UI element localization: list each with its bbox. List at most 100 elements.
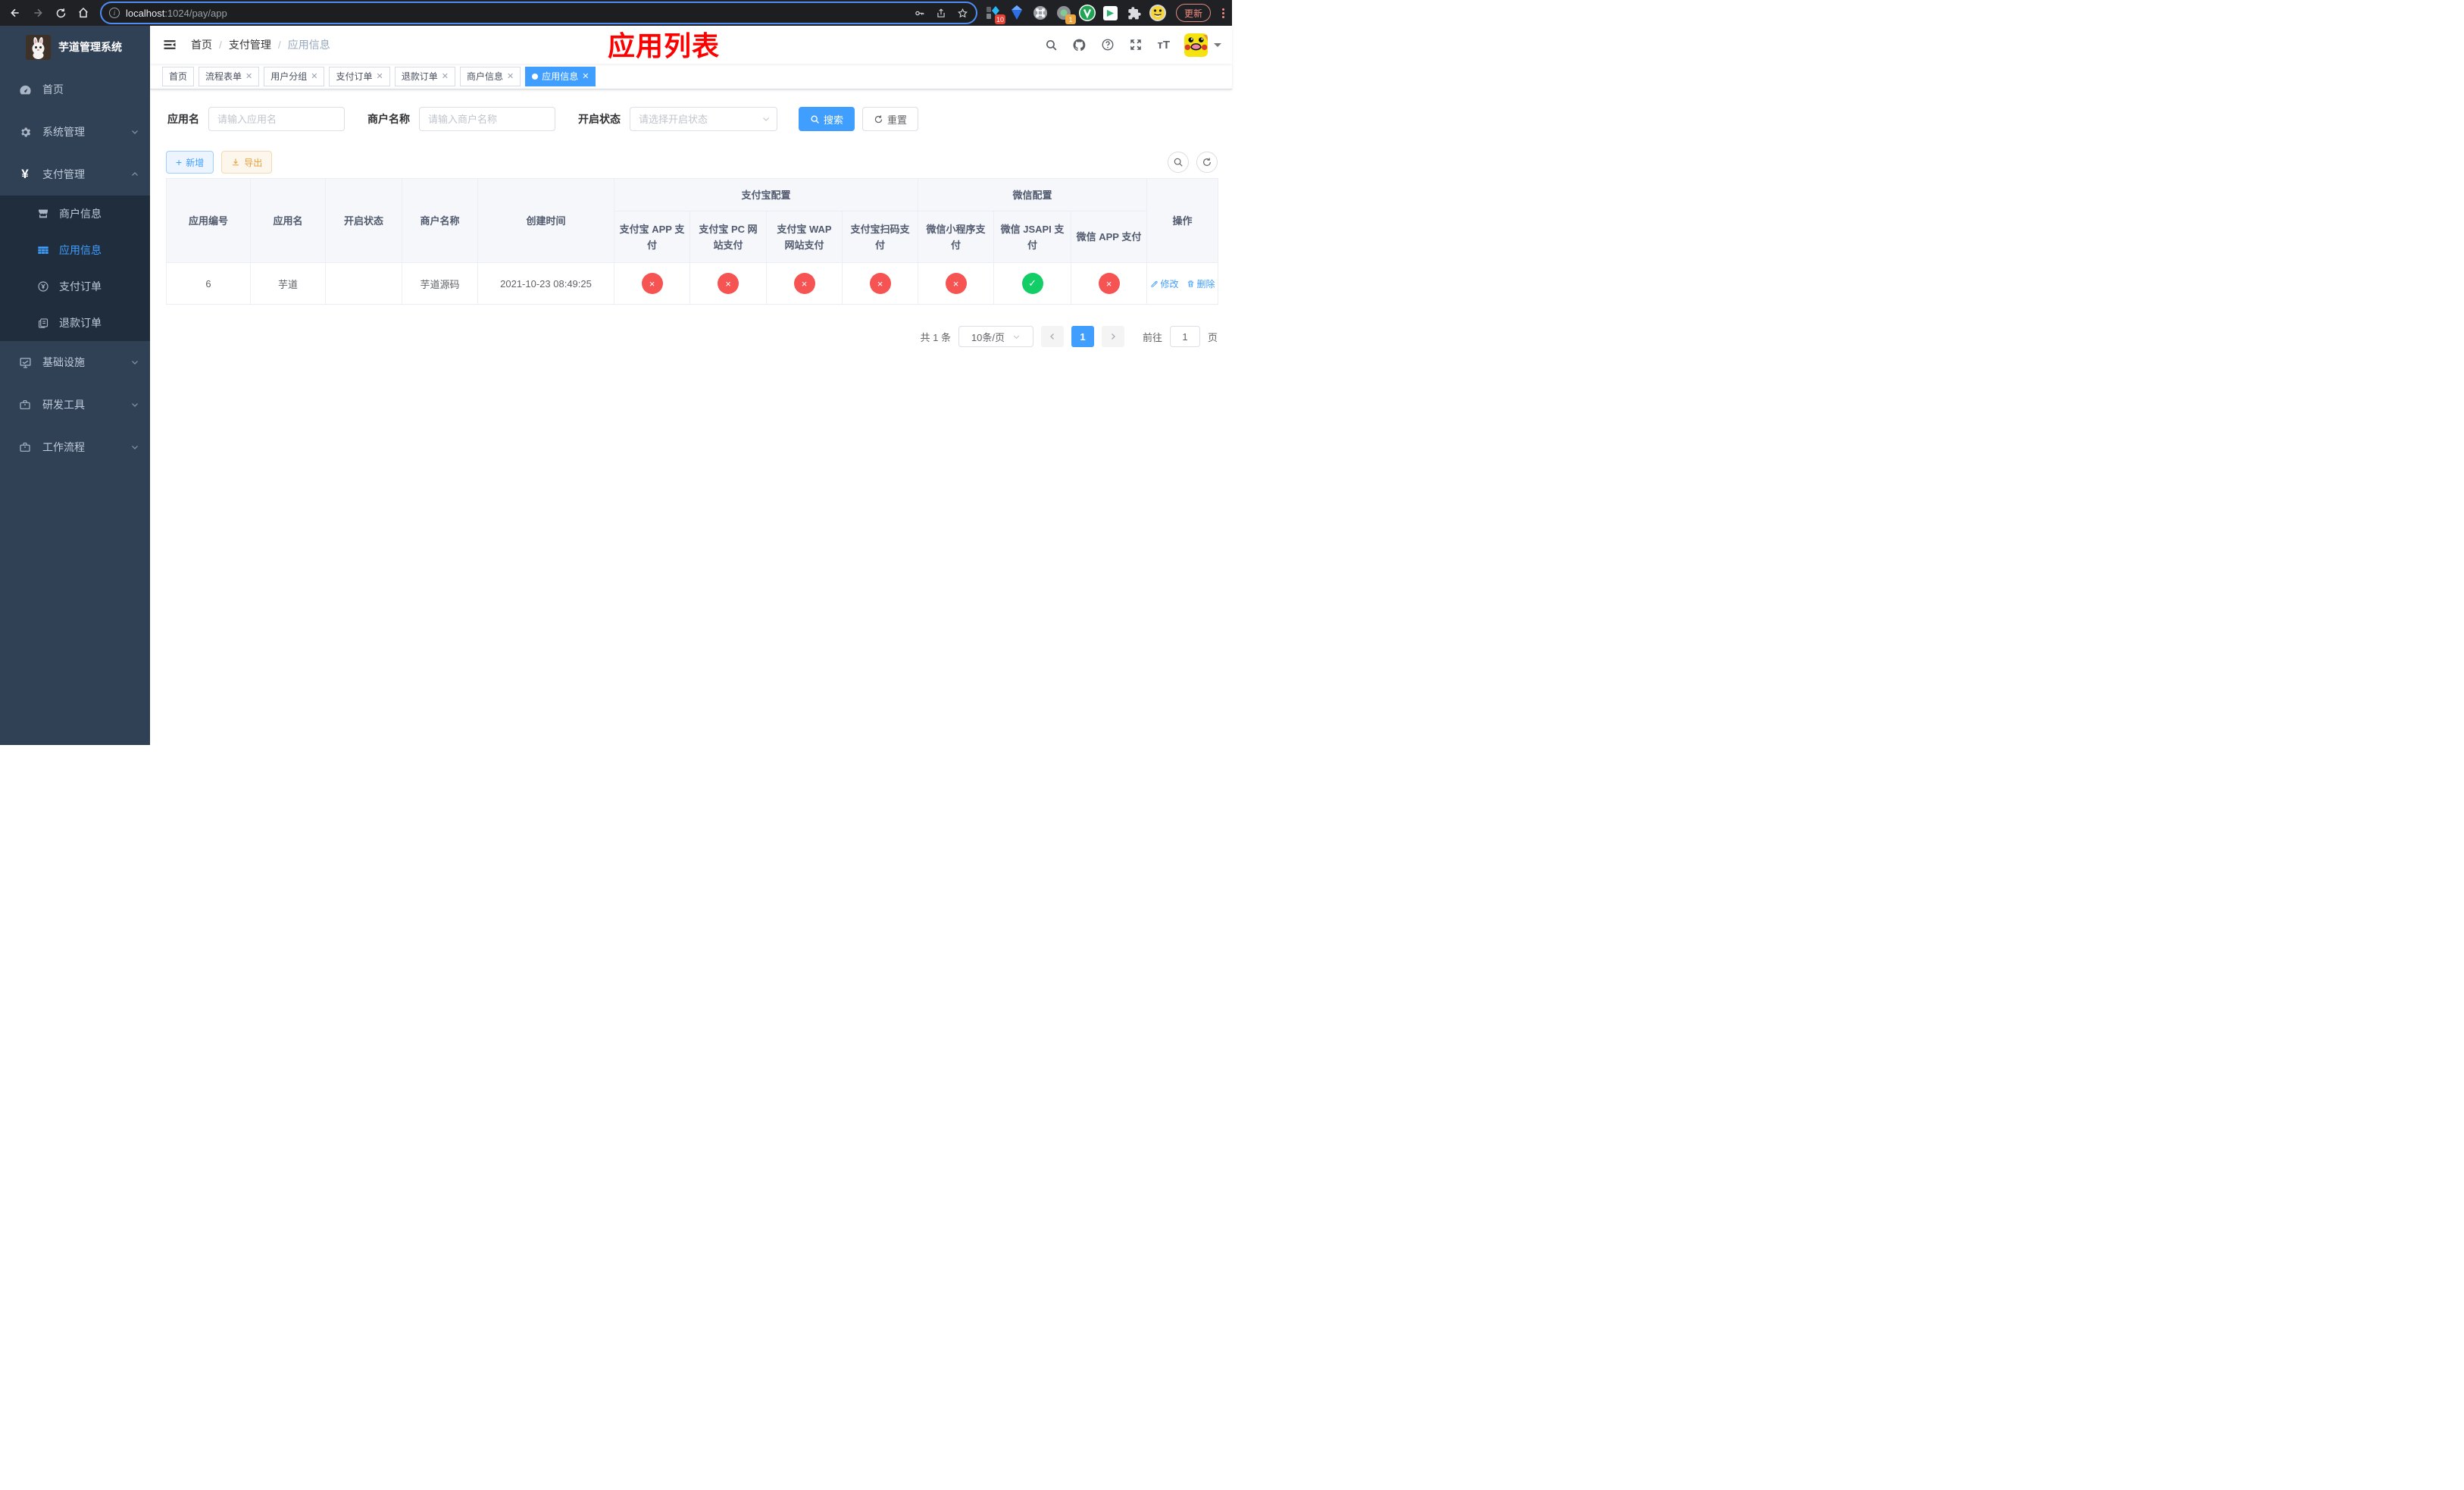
user-avatar <box>1184 33 1208 57</box>
command-extension-icon[interactable] <box>1032 5 1049 21</box>
breadcrumb-home[interactable]: 首页 <box>191 37 212 52</box>
show-search-button[interactable] <box>1168 152 1189 173</box>
sidebar-item-system[interactable]: 系统管理 <box>0 111 150 153</box>
add-button[interactable]: + 新增 <box>166 151 214 174</box>
reset-button[interactable]: 重置 <box>862 107 919 131</box>
pagination: 共 1 条 10条/页 1 前往 页 <box>166 326 1218 347</box>
browser-reload-button[interactable] <box>52 4 70 22</box>
alipay-wap-status-icon: × <box>793 273 815 294</box>
status-select-input[interactable] <box>630 107 777 131</box>
breadcrumb-payment[interactable]: 支付管理 <box>229 37 271 52</box>
sidebar-item-label: 基础设施 <box>42 356 85 368</box>
recorder-extension-icon[interactable]: 1 <box>1055 5 1076 24</box>
sidebar-menu: 首页 系统管理 ¥ 支付管理 商户信息 应用信息 支付订单 退款订单 基础设施 … <box>0 68 150 745</box>
sidebar-item-label: 退款订单 <box>59 317 102 329</box>
balloon-extension-icon[interactable] <box>1008 5 1025 21</box>
url-bar[interactable]: i localhost:1024/pay/app <box>102 3 976 23</box>
browser-home-button[interactable] <box>74 4 92 22</box>
browser-update-button[interactable]: 更新 <box>1175 4 1211 22</box>
user-avatar-menu[interactable] <box>1184 33 1221 57</box>
extensions-puzzle-icon[interactable] <box>1126 5 1143 21</box>
col-merchant: 商户名称 <box>402 178 478 263</box>
fullscreen-icon[interactable] <box>1129 38 1143 52</box>
grammar-extension-icon[interactable] <box>1102 5 1119 21</box>
page-number-button[interactable]: 1 <box>1071 326 1094 347</box>
tab-home[interactable]: 首页 <box>162 66 195 86</box>
close-icon[interactable]: ✕ <box>377 71 383 81</box>
sidebar-item-home[interactable]: 首页 <box>0 68 150 111</box>
download-icon <box>233 158 239 166</box>
export-button[interactable]: 导出 <box>221 151 273 174</box>
col-alipay-wap: 支付宝 WAP 网站支付 <box>766 211 843 263</box>
merchant-name-input[interactable] <box>419 107 555 131</box>
app-logo-row: 芋道管理系统 <box>0 26 150 68</box>
status-select[interactable] <box>630 107 777 131</box>
sidebar-item-app-info[interactable]: 应用信息 <box>0 232 150 268</box>
tab-user-group[interactable]: 用户分组 ✕ <box>264 66 325 86</box>
site-info-icon[interactable]: i <box>109 8 120 18</box>
tab-payment-orders[interactable]: 支付订单 ✕ <box>329 66 390 86</box>
share-icon[interactable] <box>936 8 946 19</box>
tab-process-form[interactable]: 流程表单 ✕ <box>199 66 260 86</box>
sidebar-item-payment[interactable]: ¥ 支付管理 <box>0 153 150 196</box>
tab-merchant-info[interactable]: 商户信息 ✕ <box>459 66 521 86</box>
chevron-down-icon <box>130 127 139 136</box>
cell-app-name: 芋道 <box>250 262 326 305</box>
trash-icon <box>1187 280 1193 287</box>
tab-app-info[interactable]: 应用信息 ✕ <box>525 66 596 86</box>
search-icon[interactable] <box>1045 39 1058 52</box>
tags-view-bar: 首页 流程表单 ✕ 用户分组 ✕ 支付订单 ✕ 退款订单 ✕ 商户信息 ✕ 应用信息 ✕ <box>150 64 1232 89</box>
sidebar-item-merchant-info[interactable]: 商户信息 <box>0 196 150 232</box>
sidebar-item-infrastructure[interactable]: 基础设施 <box>0 341 150 383</box>
refresh-table-button[interactable] <box>1196 152 1218 173</box>
grid-icon <box>36 244 50 256</box>
close-icon[interactable]: ✕ <box>442 71 449 81</box>
sidebar-item-workflow[interactable]: 工作流程 <box>0 426 150 468</box>
sidebar-item-payment-orders[interactable]: 支付订单 <box>0 268 150 305</box>
alipay-pc-status-icon: × <box>718 273 739 294</box>
close-icon[interactable]: ✕ <box>507 71 514 81</box>
bookmark-star-icon[interactable] <box>957 8 968 19</box>
help-icon[interactable] <box>1101 38 1115 52</box>
col-alipay-qr: 支付宝扫码支付 <box>841 211 919 263</box>
next-page-button[interactable] <box>1101 326 1124 347</box>
cell-created: 2021-10-23 08:49:25 <box>477 262 614 305</box>
search-button[interactable]: 搜索 <box>799 107 855 131</box>
delete-button[interactable]: 删除 <box>1187 277 1215 290</box>
cell-app-id: 6 <box>166 262 251 305</box>
app-name-input[interactable] <box>208 107 345 131</box>
sidebar-item-dev-tools[interactable]: 研发工具 <box>0 383 150 426</box>
app-table: 应用编号 应用名 开启状态 商户名称 创建时间 支付宝配置 微信配置 操作 支付… <box>166 178 1219 305</box>
prev-page-button[interactable] <box>1040 326 1064 347</box>
caret-down-icon <box>1214 42 1221 51</box>
document-icon <box>36 318 50 329</box>
devtools-extension-icon[interactable]: 10 <box>985 5 1005 24</box>
sidebar-collapse-icon[interactable] <box>162 36 179 53</box>
sidebar-item-refund-orders[interactable]: 退款订单 <box>0 305 150 341</box>
chevron-down-icon <box>130 443 139 452</box>
wx-app-status-icon: × <box>1098 273 1120 294</box>
page-size-select[interactable]: 10条/页 <box>958 326 1033 347</box>
v-extension-icon[interactable] <box>1078 5 1096 21</box>
browser-menu-icon[interactable] <box>1222 8 1224 18</box>
close-icon[interactable]: ✕ <box>245 71 252 81</box>
close-icon[interactable]: ✕ <box>311 71 317 81</box>
goto-page-input[interactable] <box>1169 326 1200 347</box>
github-icon[interactable] <box>1072 38 1087 52</box>
url-text[interactable]: localhost:1024/pay/app <box>126 8 908 19</box>
password-key-icon[interactable] <box>914 8 925 19</box>
chevron-down-icon <box>1013 335 1020 339</box>
browser-back-button[interactable] <box>6 4 24 22</box>
edit-button[interactable]: 修改 <box>1150 277 1179 290</box>
yen-icon: ¥ <box>21 167 29 181</box>
close-icon[interactable]: ✕ <box>582 71 589 81</box>
alipay-qr-status-icon: × <box>869 273 891 294</box>
col-group-wechat: 微信配置 <box>918 178 1148 211</box>
plus-icon: + <box>176 156 183 168</box>
browser-forward-button[interactable] <box>29 4 47 22</box>
wx-mini-status-icon: × <box>945 273 967 294</box>
profile-avatar-icon[interactable] <box>1149 5 1166 21</box>
tab-refund-orders[interactable]: 退款订单 ✕ <box>394 66 455 86</box>
font-size-icon[interactable]: ᴛT <box>1157 39 1170 51</box>
filter-form: 应用名 商户名称 开启状态 搜索 <box>166 107 1218 131</box>
